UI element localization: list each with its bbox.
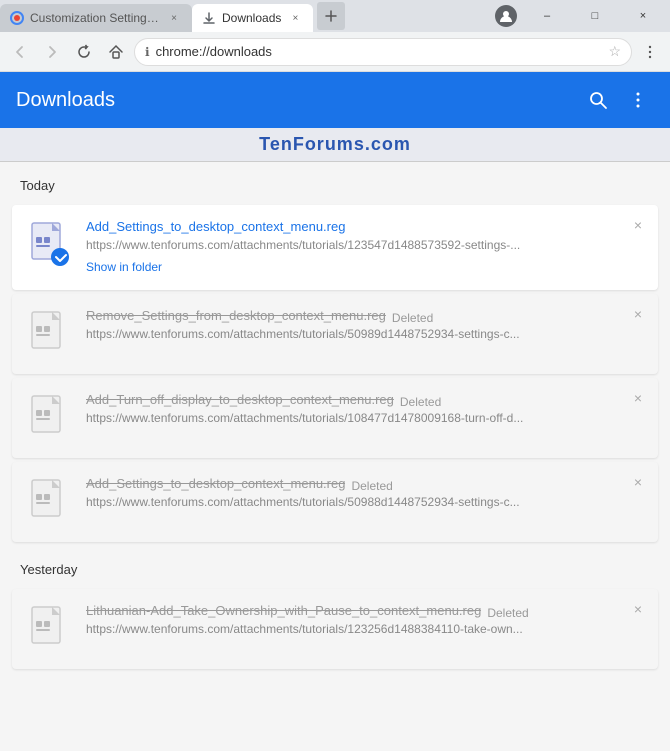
deleted-badge: Deleted xyxy=(487,606,528,620)
download-filename-deleted: Lithuanian-Add_Take_Ownership_with_Pause… xyxy=(86,603,481,618)
close-button[interactable]: × xyxy=(620,0,666,32)
watermark: TenForums.com xyxy=(0,128,670,162)
item-name-row: Lithuanian-Add_Take_Ownership_with_Pause… xyxy=(86,603,646,622)
tab-downloads[interactable]: Downloads × xyxy=(192,4,313,32)
home-button[interactable] xyxy=(102,38,130,66)
file-icon xyxy=(26,476,74,528)
download-filename-deleted: Add_Settings_to_desktop_context_menu.reg xyxy=(86,476,345,491)
browser-menu-button[interactable] xyxy=(636,38,664,66)
remove-item-button[interactable]: × xyxy=(628,388,648,408)
download-info: Add_Turn_off_display_to_desktop_context_… xyxy=(86,392,646,431)
remove-item-button[interactable]: × xyxy=(628,472,648,492)
url-display: chrome://downloads xyxy=(156,44,603,59)
tab-downloads-title: Downloads xyxy=(222,11,281,25)
deleted-badge: Deleted xyxy=(351,479,392,493)
profile-icon xyxy=(495,5,517,27)
download-item: Add_Settings_to_desktop_context_menu.reg… xyxy=(12,462,658,542)
customization-tab-favicon xyxy=(10,11,24,25)
downloads-tab-favicon xyxy=(202,11,216,25)
downloads-page-title: Downloads xyxy=(16,89,115,112)
section-yesterday-label: Yesterday xyxy=(0,546,670,585)
downloads-content: Today Add_Settings_to_desktop_context_me… xyxy=(0,162,670,751)
download-info: Add_Settings_to_desktop_context_menu.reg… xyxy=(86,476,646,515)
deleted-badge: Deleted xyxy=(400,395,441,409)
download-url: https://www.tenforums.com/attachments/tu… xyxy=(86,238,646,252)
remove-item-button[interactable]: × xyxy=(628,599,648,619)
refresh-button[interactable] xyxy=(70,38,98,66)
bookmark-icon[interactable]: ☆ xyxy=(608,43,621,60)
download-url: https://www.tenforums.com/attachments/tu… xyxy=(86,327,646,341)
address-bar-row: ℹ chrome://downloads ☆ xyxy=(0,32,670,72)
show-in-folder-link[interactable]: Show in folder xyxy=(86,260,162,274)
download-item: Lithuanian-Add_Take_Ownership_with_Pause… xyxy=(12,589,658,669)
item-name-row: Add_Settings_to_desktop_context_menu.reg… xyxy=(86,476,646,495)
title-bar-left: Customization Settings c × Downloads × xyxy=(0,0,490,32)
download-url: https://www.tenforums.com/attachments/tu… xyxy=(86,411,646,425)
download-info: Remove_Settings_from_desktop_context_men… xyxy=(86,308,646,347)
maximize-button[interactable]: □ xyxy=(572,0,618,32)
address-bar[interactable]: ℹ chrome://downloads ☆ xyxy=(134,38,632,66)
tab-customization-title: Customization Settings c xyxy=(30,11,160,25)
download-filename-deleted: Remove_Settings_from_desktop_context_men… xyxy=(86,308,386,323)
download-item: Remove_Settings_from_desktop_context_men… xyxy=(12,294,658,374)
download-filename[interactable]: Add_Settings_to_desktop_context_menu.reg xyxy=(86,219,646,234)
file-icon xyxy=(26,308,74,360)
new-tab-button[interactable] xyxy=(317,2,345,30)
remove-item-button[interactable]: × xyxy=(628,304,648,324)
tab-customization[interactable]: Customization Settings c × xyxy=(0,4,192,32)
minimize-button[interactable]: – xyxy=(524,0,570,32)
remove-item-button[interactable]: × xyxy=(628,215,648,235)
title-bar-right: – □ × xyxy=(490,0,670,32)
profile-button[interactable] xyxy=(490,0,522,32)
file-icon xyxy=(26,392,74,444)
deleted-badge: Deleted xyxy=(392,311,433,325)
item-name-row: Add_Turn_off_display_to_desktop_context_… xyxy=(86,392,646,411)
item-name-row: Remove_Settings_from_desktop_context_men… xyxy=(86,308,646,327)
download-url: https://www.tenforums.com/attachments/tu… xyxy=(86,622,646,636)
close-tab-downloads[interactable]: × xyxy=(287,10,303,26)
download-info: Lithuanian-Add_Take_Ownership_with_Pause… xyxy=(86,603,646,642)
back-button[interactable] xyxy=(6,38,34,66)
close-tab-customization[interactable]: × xyxy=(166,10,182,26)
downloads-header: Downloads xyxy=(0,72,670,128)
info-icon: ℹ xyxy=(145,45,150,59)
download-item: Add_Settings_to_desktop_context_menu.reg… xyxy=(12,205,658,290)
title-bar: Customization Settings c × Downloads × xyxy=(0,0,670,32)
section-today-label: Today xyxy=(0,162,670,201)
more-menu-button[interactable] xyxy=(622,84,654,116)
header-actions xyxy=(582,84,654,116)
search-button[interactable] xyxy=(582,84,614,116)
file-icon xyxy=(26,219,74,271)
download-filename-deleted: Add_Turn_off_display_to_desktop_context_… xyxy=(86,392,394,407)
download-info: Add_Settings_to_desktop_context_menu.reg… xyxy=(86,219,646,276)
forward-button[interactable] xyxy=(38,38,66,66)
tab-group: Customization Settings c × Downloads × xyxy=(0,0,313,32)
download-url: https://www.tenforums.com/attachments/tu… xyxy=(86,495,646,509)
download-item: Add_Turn_off_display_to_desktop_context_… xyxy=(12,378,658,458)
file-icon xyxy=(26,603,74,655)
